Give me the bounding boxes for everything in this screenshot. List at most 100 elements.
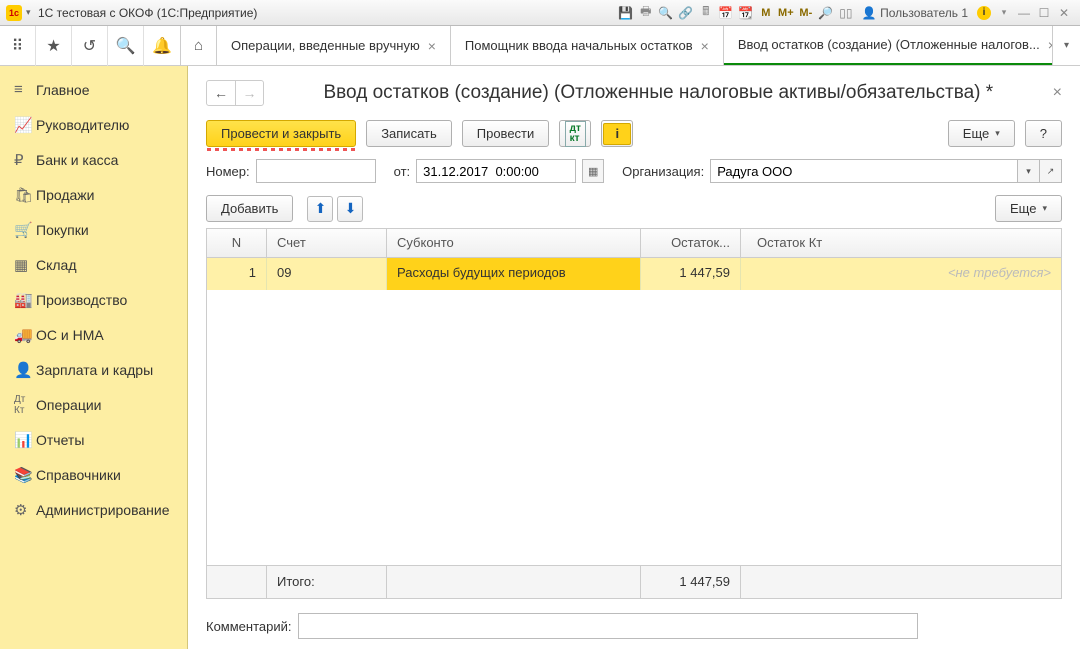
- th-n[interactable]: N: [207, 229, 267, 257]
- maximize-icon[interactable]: ☐: [1034, 4, 1054, 22]
- cell-account[interactable]: 09: [267, 258, 387, 290]
- sidebar-item-purchases[interactable]: 🛒Покупки: [0, 212, 187, 247]
- bell-icon[interactable]: 🔔: [144, 26, 180, 66]
- tab-enter-balances-create[interactable]: Ввод остатков (создание) (Отложенные нал…: [724, 26, 1052, 65]
- comment-label: Комментарий:: [206, 619, 292, 634]
- dtkt-button[interactable]: дткт: [559, 120, 591, 147]
- search-small-icon[interactable]: 🔍: [656, 4, 676, 22]
- tf-empty: [207, 566, 267, 598]
- nav-forward-button[interactable]: →: [235, 81, 263, 105]
- th-account[interactable]: Счет: [267, 229, 387, 257]
- titlebar: 1c ▾ 1С тестовая с ОКОФ (1С:Предприятие)…: [0, 0, 1080, 26]
- comment-input[interactable]: [298, 613, 918, 639]
- user-label[interactable]: 👤 Пользователь 1: [862, 6, 968, 20]
- cell-kt: <не требуется>: [741, 258, 1061, 290]
- sidebar-item-assets[interactable]: 🚚ОС и НМА: [0, 317, 187, 352]
- th-balance-kt[interactable]: Остаток Кт: [741, 229, 1061, 257]
- sidebar-item-production[interactable]: 🏭Производство: [0, 282, 187, 317]
- sidebar-item-warehouse[interactable]: ▦Склад: [0, 247, 187, 282]
- table-row[interactable]: 1 09 Расходы будущих периодов 1 447,59 <…: [207, 258, 1061, 290]
- info-button[interactable]: i: [601, 120, 633, 147]
- chart-up-icon: 📈: [14, 116, 36, 134]
- sidebar-item-manager[interactable]: 📈Руководителю: [0, 107, 187, 142]
- calc-icon[interactable]: 🖩: [696, 4, 716, 22]
- post-and-close-button[interactable]: Провести и закрыть: [206, 120, 356, 147]
- tab-close-icon[interactable]: ×: [1048, 37, 1052, 53]
- panels-icon[interactable]: ▯▯: [836, 4, 856, 22]
- cell-subconto[interactable]: Расходы будущих периодов: [387, 258, 641, 290]
- page-title: Ввод остатков (создание) (Отложенные нал…: [264, 82, 1053, 104]
- cart-icon: 🛒: [14, 221, 36, 239]
- save-disk-icon[interactable]: 💾: [616, 4, 636, 22]
- history-icon[interactable]: ↺: [72, 26, 108, 66]
- info-dropdown-icon[interactable]: ▾: [994, 4, 1014, 22]
- home-icon[interactable]: ⌂: [181, 26, 217, 65]
- app-menu-dropdown-icon[interactable]: ▾: [26, 7, 38, 18]
- tab-label: Ввод остатков (создание) (Отложенные нал…: [738, 37, 1040, 52]
- sidebar-item-sales[interactable]: 🛍Продажи: [0, 177, 187, 212]
- sidebar-item-reports[interactable]: 📊Отчеты: [0, 422, 187, 457]
- sidebar-item-main[interactable]: ≡Главное: [0, 72, 187, 107]
- calendar-icon[interactable]: 📅: [716, 4, 736, 22]
- add-row-button[interactable]: Добавить: [206, 195, 293, 222]
- print-icon[interactable]: 🖶: [636, 4, 656, 22]
- date-input[interactable]: [416, 159, 576, 183]
- post-button[interactable]: Провести: [462, 120, 550, 147]
- move-down-button[interactable]: ⬇: [337, 196, 363, 222]
- cell-n: 1: [207, 258, 267, 290]
- ruble-icon: ₽: [14, 151, 36, 169]
- tab-label: Помощник ввода начальных остатков: [465, 38, 693, 53]
- org-open-icon[interactable]: ↗: [1040, 159, 1062, 183]
- m-plus-icon[interactable]: M+: [776, 4, 796, 22]
- th-subconto[interactable]: Субконто: [387, 229, 641, 257]
- org-dropdown-icon[interactable]: ▾: [1018, 159, 1040, 183]
- star-icon[interactable]: ★: [36, 26, 72, 66]
- sidebar-item-operations[interactable]: ДтКтОперации: [0, 387, 187, 422]
- cell-dt[interactable]: 1 447,59: [641, 258, 741, 290]
- search-icon[interactable]: 🔍: [108, 26, 144, 66]
- close-form-icon[interactable]: ×: [1053, 84, 1062, 102]
- help-button[interactable]: ?: [1025, 120, 1062, 147]
- nav-back-button[interactable]: ←: [207, 81, 235, 105]
- calendar-date-icon[interactable]: 📆: [736, 4, 756, 22]
- tab-close-icon[interactable]: ×: [701, 38, 709, 54]
- window-title: 1С тестовая с ОКОФ (1С:Предприятие): [38, 6, 257, 20]
- gear-icon: ⚙: [14, 501, 36, 519]
- close-window-icon[interactable]: ✕: [1054, 4, 1074, 22]
- sidebar-item-directories[interactable]: 📚Справочники: [0, 457, 187, 492]
- save-button[interactable]: Записать: [366, 120, 452, 147]
- minimize-icon[interactable]: —: [1014, 4, 1034, 22]
- info-icon[interactable]: i: [974, 4, 994, 22]
- dtkt-icon: ДтКт: [14, 394, 36, 416]
- org-input[interactable]: [710, 159, 1018, 183]
- factory-icon: 🏭: [14, 291, 36, 309]
- number-input[interactable]: [256, 159, 376, 183]
- sidebar-item-bank[interactable]: ₽Банк и касса: [0, 142, 187, 177]
- date-picker-icon[interactable]: ▦: [582, 159, 604, 183]
- tabs-dropdown-icon[interactable]: ▾: [1052, 26, 1080, 65]
- zoom-icon[interactable]: 🔎: [816, 4, 836, 22]
- book-icon: 📚: [14, 466, 36, 484]
- tf-label: Итого:: [267, 566, 387, 598]
- table-more-button[interactable]: Еще▾: [995, 195, 1062, 222]
- more-button[interactable]: Еще▾: [948, 120, 1015, 147]
- th-balance-dt[interactable]: Остаток...: [641, 229, 741, 257]
- move-up-button[interactable]: ⬆: [307, 196, 333, 222]
- tab-assistant-balances[interactable]: Помощник ввода начальных остатков ×: [451, 26, 724, 65]
- person-icon: 👤: [14, 361, 36, 379]
- bars-icon: 📊: [14, 431, 36, 449]
- m-minus-icon[interactable]: M-: [796, 4, 816, 22]
- bag-icon: 🛍: [14, 186, 36, 204]
- info-badge-icon: i: [603, 123, 631, 145]
- table-empty-area: [207, 290, 1061, 565]
- apps-grid-icon[interactable]: ⠿: [0, 26, 36, 66]
- sidebar-item-admin[interactable]: ⚙Администрирование: [0, 492, 187, 527]
- sidebar-item-salary[interactable]: 👤Зарплата и кадры: [0, 352, 187, 387]
- menu-icon: ≡: [14, 81, 36, 98]
- tab-close-icon[interactable]: ×: [428, 38, 436, 54]
- m-icon[interactable]: M: [756, 4, 776, 22]
- tab-label: Операции, введенные вручную: [231, 38, 420, 53]
- link-icon[interactable]: 🔗: [676, 4, 696, 22]
- tab-operations-manual[interactable]: Операции, введенные вручную ×: [217, 26, 451, 65]
- tf-empty2: [387, 566, 641, 598]
